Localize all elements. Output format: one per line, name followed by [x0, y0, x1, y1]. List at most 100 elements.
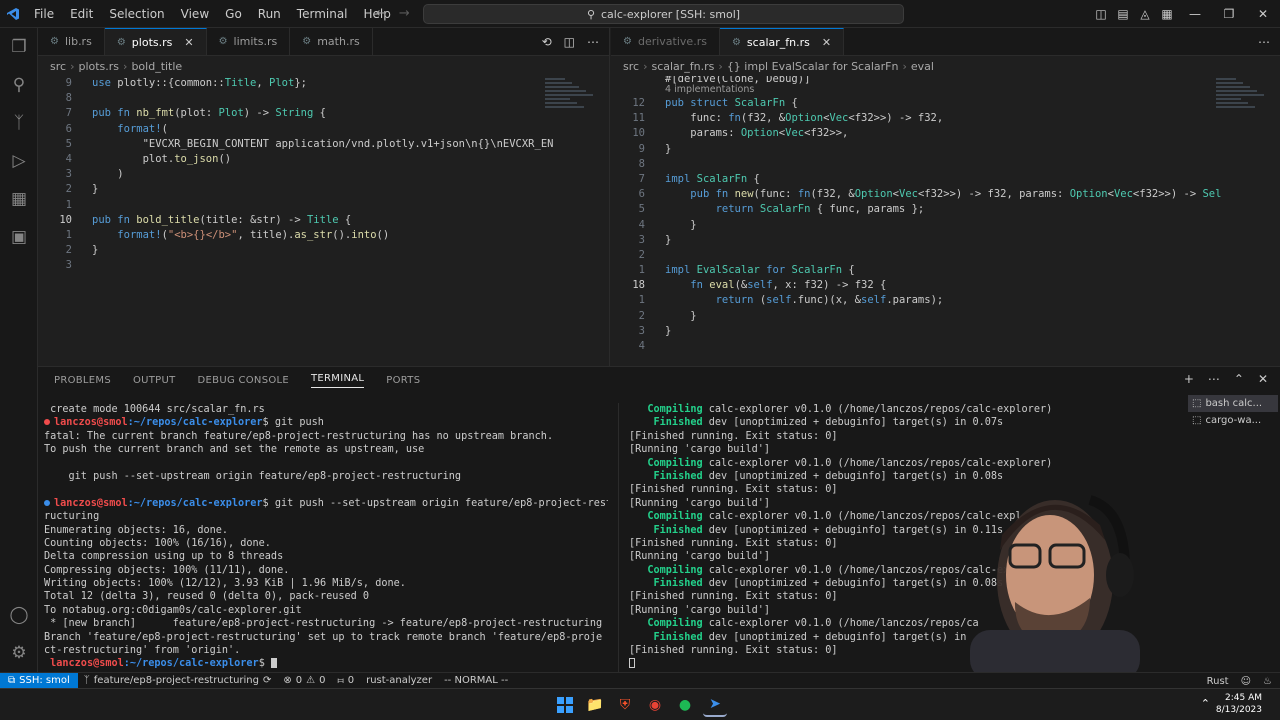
problems-indicator[interactable]: ⊗ 0 ⚠ 0	[277, 675, 331, 686]
breadcrumb-item[interactable]: plots.rs	[78, 60, 119, 73]
forward-arrow-icon[interactable]: →	[399, 0, 410, 28]
breadcrumb-item[interactable]: src	[623, 60, 639, 73]
ports-indicator[interactable]: ⧦ 0	[331, 675, 360, 686]
terminal-line: Compiling calc-explorer v0.1.0 (/home/la…	[629, 403, 1178, 416]
terminal-list-item[interactable]: ⬚ cargo-wa...	[1188, 412, 1278, 429]
back-arrow-icon[interactable]: ←	[376, 0, 387, 28]
new-terminal-icon[interactable]: +	[1184, 372, 1194, 386]
editor-tab[interactable]: ⚙ math.rs	[290, 28, 373, 55]
split-editor-icon[interactable]: ◫	[564, 35, 575, 49]
minimize-icon[interactable]: —	[1179, 7, 1211, 21]
terminal-list-item[interactable]: ⬚ bash calc...	[1188, 395, 1278, 412]
line-number: 4	[638, 340, 645, 352]
editor-tab[interactable]: ⚙ lib.rs	[38, 28, 105, 55]
code-editor-right[interactable]: #[derive(Clone, Debug)] 4 implementations…	[611, 76, 1280, 354]
branch-indicator[interactable]: ᛉ feature/ep8-project-restructuring ⟳	[78, 675, 278, 686]
extensions-icon[interactable]: ▦	[0, 180, 38, 218]
line-number: 3	[638, 324, 645, 337]
more-actions-icon[interactable]: ⋯	[1258, 35, 1270, 49]
notifications-icon[interactable]: ♨	[1263, 676, 1272, 687]
editor-tab[interactable]: ⚙ scalar_fn.rs ✕	[719, 28, 845, 55]
code-line: 5 "EVCXR_BEGIN_CONTENT application/vnd.p…	[38, 137, 609, 152]
codelens-implementations[interactable]: 4 implementations	[611, 84, 1280, 96]
maximize-panel-icon[interactable]: ⌃	[1234, 372, 1244, 386]
brave-browser-icon[interactable]: ⛨	[613, 693, 637, 717]
more-actions-icon[interactable]: ⋯	[1208, 372, 1220, 386]
panel-tab-terminal[interactable]: TERMINAL	[311, 373, 365, 388]
accounts-icon[interactable]: ◯	[0, 596, 38, 634]
run-debug-icon[interactable]: ▷	[0, 142, 38, 180]
editor-group-right: ⚙ derivative.rs ⚙ scalar_fn.rs ✕ ⋯ src › scalar…	[611, 28, 1280, 366]
panel-tab-debug-console[interactable]: DEBUG CONSOLE	[198, 375, 289, 386]
code-line: 4	[611, 339, 1280, 354]
editor-tab[interactable]: ⚙ plots.rs ✕	[104, 28, 207, 55]
line-number: 18	[632, 279, 645, 292]
menu-item-go[interactable]: Go	[217, 0, 250, 28]
clock[interactable]: 2:45 AM 8/13/2023	[1216, 692, 1262, 716]
terminal-text: [Running 'cargo build']	[629, 604, 771, 616]
remote-explorer-icon[interactable]: ▣	[0, 218, 38, 256]
chrome-browser-icon[interactable]: ◉	[643, 693, 667, 717]
system-tray[interactable]: ⌃	[1201, 697, 1210, 710]
terminal-line: ct-restructuring' from 'origin'.	[44, 644, 608, 657]
editor-tabs-right: ⚙ derivative.rs ⚙ scalar_fn.rs ✕ ⋯	[611, 28, 1280, 56]
customize-layout-icon[interactable]: ▦	[1157, 7, 1177, 21]
sync-icon[interactable]: ⟳	[263, 675, 271, 686]
source-control-icon[interactable]: ᛉ	[0, 104, 38, 142]
menu-item-terminal[interactable]: Terminal	[289, 0, 356, 28]
minimap[interactable]	[1216, 76, 1266, 116]
panel-tab-ports[interactable]: PORTS	[386, 375, 420, 386]
code-text: return ScalarFn { func, params };	[715, 203, 925, 216]
tab-label: math.rs	[317, 35, 360, 48]
feedback-icon[interactable]: ☺	[1241, 676, 1251, 687]
timeline-icon[interactable]: ⟲	[542, 35, 552, 49]
clock-date: 8/13/2023	[1215, 705, 1262, 715]
settings-gear-icon[interactable]: ⚙	[0, 634, 38, 672]
spotify-icon[interactable]: ●	[673, 693, 697, 717]
code-editor-left[interactable]: 9 use plotly::{common::Title, Plot}; 8 7 pub…	[38, 76, 609, 273]
menu-item-view[interactable]: View	[173, 0, 217, 28]
windows-start-icon[interactable]	[553, 693, 577, 717]
restore-icon[interactable]: ❐	[1213, 7, 1245, 21]
close-tab-icon[interactable]: ✕	[184, 36, 193, 49]
panel-tab-output[interactable]: OUTPUT	[133, 375, 176, 386]
close-window-icon[interactable]: ✕	[1247, 7, 1279, 21]
editor-tab[interactable]: ⚙ limits.rs	[207, 28, 291, 55]
vim-mode-label: -- NORMAL --	[444, 675, 509, 686]
remote-indicator[interactable]: ⧉ SSH: smol	[0, 672, 78, 689]
file-explorer-icon[interactable]: 📁	[583, 693, 607, 717]
vscode-taskbar-icon[interactable]: ➤	[703, 693, 727, 717]
terminal-left[interactable]: create mode 100644 src/scalar_fn.rs lancz…	[44, 403, 608, 673]
breadcrumb-item[interactable]: scalar_fn.rs	[651, 60, 714, 73]
menu-item-file[interactable]: File	[26, 0, 62, 28]
breadcrumb-item[interactable]: {} impl EvalScalar for ScalarFn	[727, 60, 899, 73]
terminal-line: git push --set-upstream origin feature/e…	[44, 470, 608, 483]
search-view-icon[interactable]: ⚲	[0, 66, 38, 104]
breadcrumb-item[interactable]: eval	[911, 60, 934, 73]
close-panel-icon[interactable]: ✕	[1258, 372, 1268, 386]
terminal-text: Counting objects: 100% (16/16), done.	[44, 537, 271, 549]
panel-tab-problems[interactable]: PROBLEMS	[54, 375, 111, 386]
command-center-search[interactable]: ⚲ calc-explorer [SSH: smol]	[423, 4, 904, 24]
menu-item-run[interactable]: Run	[250, 0, 289, 28]
menu-item-selection[interactable]: Selection	[101, 0, 172, 28]
line-number: 3	[638, 233, 645, 246]
cargo-status-label: Finished	[629, 524, 703, 536]
toggle-sidebar-icon[interactable]: ◫	[1091, 7, 1111, 21]
breadcrumb-item[interactable]: bold_title	[131, 60, 182, 73]
more-actions-icon[interactable]: ⋯	[587, 35, 599, 49]
warning-icon: ⚠	[306, 675, 316, 686]
toggle-panel-icon[interactable]: ▤	[1113, 7, 1133, 21]
close-tab-icon[interactable]: ✕	[822, 36, 831, 49]
breadcrumb-item[interactable]: src	[50, 60, 66, 73]
editor-tab[interactable]: ⚙ derivative.rs	[611, 28, 720, 55]
rust-analyzer-status[interactable]: rust-analyzer	[360, 675, 438, 686]
menu-item-edit[interactable]: Edit	[62, 0, 101, 28]
minimap[interactable]	[545, 76, 595, 116]
language-mode[interactable]: Rust	[1207, 676, 1229, 687]
toggle-secondary-sidebar-icon[interactable]: ◬	[1135, 7, 1155, 21]
explorer-icon[interactable]: ❐	[0, 28, 38, 66]
